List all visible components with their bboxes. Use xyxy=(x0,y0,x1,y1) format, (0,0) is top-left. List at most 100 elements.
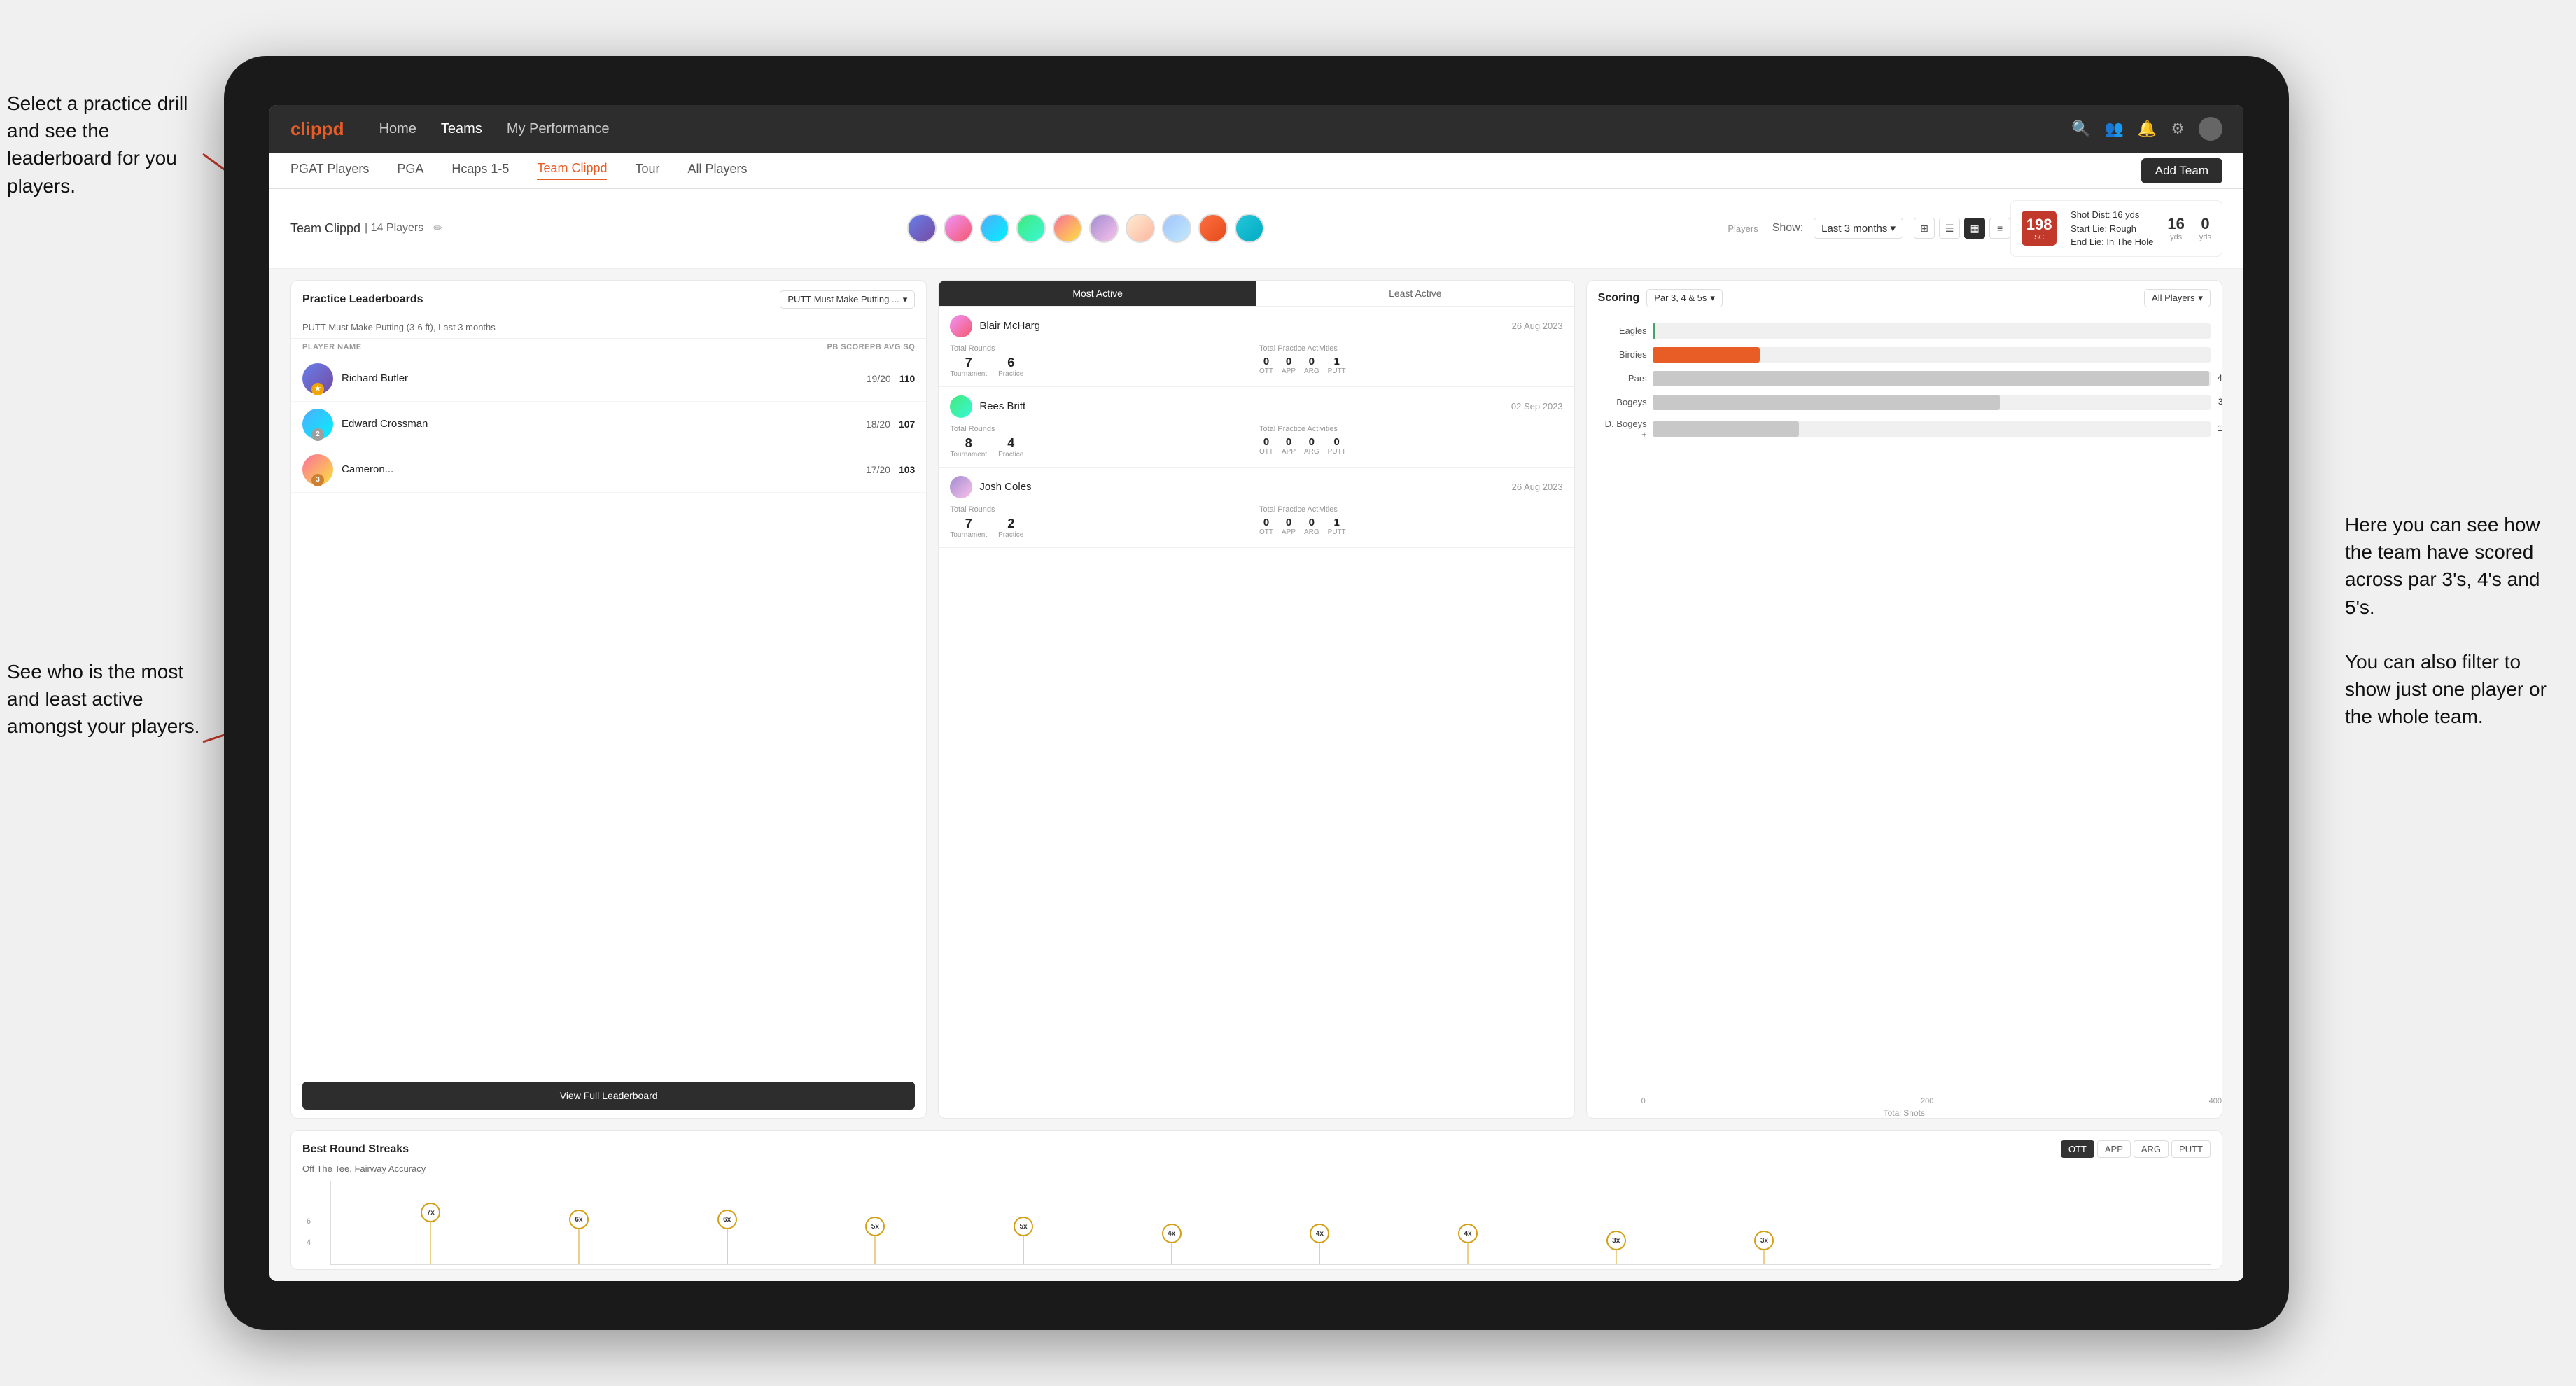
nav-icons: 🔍 👥 🔔 ⚙ xyxy=(2071,117,2222,141)
streaks-subtitle: Off The Tee, Fairway Accuracy xyxy=(302,1163,2211,1174)
bar-container: 3 xyxy=(1653,323,2211,339)
pac-practice-1: 6 Practice xyxy=(998,356,1023,378)
lb-score-1: 19/20 xyxy=(867,373,891,384)
subnav-pga[interactable]: PGA xyxy=(397,162,424,179)
grid-view-btn[interactable]: ⊞ xyxy=(1914,218,1935,239)
nav-link-home[interactable]: Home xyxy=(379,121,416,137)
detail-view-btn[interactable]: ≡ xyxy=(1989,218,2010,239)
ott-button[interactable]: OTT xyxy=(2061,1140,2094,1158)
streak-dot-8: 3x xyxy=(1606,1231,1626,1250)
player-avatar-10[interactable] xyxy=(1235,214,1264,243)
subnav-tour[interactable]: Tour xyxy=(635,162,659,179)
scoring-title: Scoring xyxy=(1598,292,1640,304)
player-avatar-8[interactable] xyxy=(1162,214,1191,243)
navbar: clippd Home Teams My Performance 🔍 👥 🔔 ⚙ xyxy=(270,105,2244,153)
people-icon[interactable]: 👥 xyxy=(2104,120,2123,138)
settings-icon[interactable]: ⚙ xyxy=(2171,120,2185,138)
add-team-button[interactable]: Add Team xyxy=(2141,158,2222,183)
team-avatars xyxy=(907,214,1264,243)
edit-icon[interactable]: ✏ xyxy=(433,221,442,235)
player-avatar-3[interactable] xyxy=(980,214,1009,243)
player-avatar-2[interactable] xyxy=(944,214,973,243)
bar-row-eagles: Eagles 3 xyxy=(1598,323,2211,339)
player-avatar-7[interactable] xyxy=(1126,214,1155,243)
search-icon[interactable]: 🔍 xyxy=(2071,120,2090,138)
streak-chart: 4 6 7x6x6x5x5x4x4x4x3x3x xyxy=(330,1181,2211,1265)
bar-value: 311 xyxy=(2218,397,2222,407)
card-view-btn[interactable]: ▦ xyxy=(1964,218,1985,239)
pac-rounds-2: Total Rounds 8 Tournament 4 Practice xyxy=(950,425,1254,458)
team-header: Team Clippd | 14 Players ✏ xyxy=(270,189,2244,269)
scoring-header: Scoring Par 3, 4 & 5s ▾ All Players ▾ xyxy=(1587,281,2222,316)
medal-silver-2: 2 xyxy=(312,428,324,441)
arg-button[interactable]: ARG xyxy=(2134,1140,2169,1158)
bar-row-d.-bogeys-+: D. Bogeys + 131 xyxy=(1598,419,2211,440)
subnav-pgat[interactable]: PGAT Players xyxy=(290,162,369,179)
bar-label: Eagles xyxy=(1598,326,1647,336)
bar-fill xyxy=(1653,347,1760,363)
show-select[interactable]: Last 3 months ▾ xyxy=(1814,218,1903,239)
player-avatar-5[interactable] xyxy=(1053,214,1082,243)
pac-rounds-1: Total Rounds 7 Tournament 6 Practice xyxy=(950,344,1254,378)
streak-dot-6: 4x xyxy=(1310,1224,1329,1243)
subnav-team-clippd[interactable]: Team Clippd xyxy=(537,161,607,180)
nav-links: Home Teams My Performance xyxy=(379,121,2071,137)
streak-ylabel-1: 4 xyxy=(307,1238,311,1247)
player-avatar-6[interactable] xyxy=(1089,214,1119,243)
view-leaderboard-button[interactable]: View Full Leaderboard xyxy=(302,1082,915,1110)
chart-x-label: Total Shots xyxy=(1587,1108,2222,1118)
putt-button[interactable]: PUTT xyxy=(2171,1140,2211,1158)
view-icons: ⊞ ☰ ▦ ≡ xyxy=(1914,218,2010,239)
bar-label: Birdies xyxy=(1598,349,1647,360)
streak-dot-1: 6x xyxy=(569,1210,589,1229)
streak-stem-7 xyxy=(1468,1243,1469,1264)
lb-avg-2: 107 xyxy=(899,419,915,430)
lb-avg-3: 103 xyxy=(899,464,915,475)
pac-date-2: 02 Sep 2023 xyxy=(1511,401,1563,412)
streak-gridline-3 xyxy=(331,1200,2211,1201)
list-view-btn[interactable]: ☰ xyxy=(1939,218,1960,239)
player-filter-dropdown[interactable]: All Players ▾ xyxy=(2144,289,2211,307)
bell-icon[interactable]: 🔔 xyxy=(2138,120,2157,138)
lb-score-3: 17/20 xyxy=(866,464,890,475)
activity-player-1: Blair McHarg 26 Aug 2023 Total Rounds 7 xyxy=(939,307,1574,387)
lb-row-2[interactable]: 2 Edward Crossman 18/20 107 xyxy=(291,402,926,447)
nav-link-performance[interactable]: My Performance xyxy=(507,121,610,137)
streaks-section: Best Round Streaks OTT APP ARG PUTT Off … xyxy=(290,1130,2222,1270)
shot-details: Shot Dist: 16 yds Start Lie: Rough End L… xyxy=(2071,208,2153,249)
streak-stem-3 xyxy=(875,1236,876,1264)
least-active-tab[interactable]: Least Active xyxy=(1256,281,1574,306)
app-button[interactable]: APP xyxy=(2097,1140,2131,1158)
bar-label: D. Bogeys + xyxy=(1598,419,1647,440)
lb-name-1: Richard Butler xyxy=(342,372,858,384)
lb-row-3[interactable]: 3 Cameron... 17/20 103 xyxy=(291,447,926,493)
lb-row-1[interactable]: ★ Richard Butler 19/20 110 xyxy=(291,356,926,402)
user-avatar[interactable] xyxy=(2199,117,2222,141)
player-avatar-1[interactable] xyxy=(907,214,937,243)
pac-header-2: Rees Britt 02 Sep 2023 xyxy=(950,396,1562,418)
team-controls: Show: Last 3 months ▾ ⊞ ☰ ▦ ≡ xyxy=(1772,218,2010,239)
nav-link-teams[interactable]: Teams xyxy=(441,121,482,137)
subnav-all-players[interactable]: All Players xyxy=(688,162,748,179)
pac-avatar-3 xyxy=(950,476,972,498)
subnav-hcaps[interactable]: Hcaps 1-5 xyxy=(451,162,509,179)
pac-app-1: 0 APP xyxy=(1282,356,1296,375)
most-active-tab[interactable]: Most Active xyxy=(939,281,1256,306)
par-dropdown[interactable]: Par 3, 4 & 5s ▾ xyxy=(1646,289,1723,307)
players-label: Players xyxy=(1728,223,1758,234)
player-avatar-4[interactable] xyxy=(1016,214,1046,243)
pac-stats-1: Total Rounds 7 Tournament 6 Practice xyxy=(950,344,1562,378)
player-avatar-9[interactable] xyxy=(1198,214,1228,243)
pac-putt-1: 1 PUTT xyxy=(1328,356,1346,375)
medal-bronze-3: 3 xyxy=(312,474,324,486)
lb-name-3: Cameron... xyxy=(342,463,858,475)
pac-activities-label-1: Total Practice Activities xyxy=(1259,344,1563,353)
streak-stem-9 xyxy=(1764,1250,1765,1264)
drill-dropdown[interactable]: PUTT Must Make Putting ... ▾ xyxy=(780,290,915,309)
player-count: | 14 Players xyxy=(365,222,424,234)
streak-dot-4: 5x xyxy=(1014,1217,1033,1236)
streak-dot-0: 7x xyxy=(421,1203,440,1222)
pac-name-2: Rees Britt xyxy=(979,400,1026,412)
shot-badge: 198 SC xyxy=(2022,211,2057,246)
streaks-buttons: OTT APP ARG PUTT xyxy=(2061,1140,2211,1158)
